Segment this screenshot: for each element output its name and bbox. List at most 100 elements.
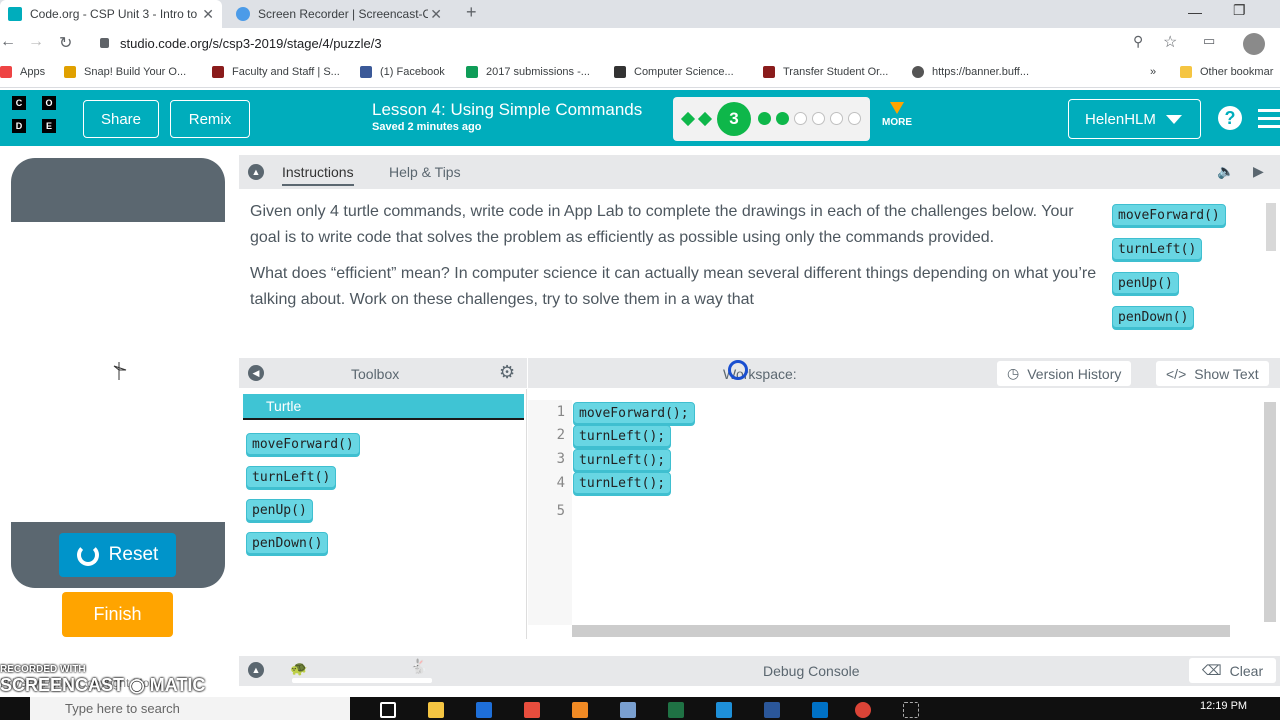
collapse-toolbox-icon[interactable]: ◀ — [248, 365, 264, 381]
puzzle-dot[interactable] — [848, 112, 861, 125]
taskbar-search[interactable]: Type here to search — [30, 697, 350, 720]
reload-icon[interactable]: ↻ — [59, 33, 72, 53]
user-menu-button[interactable]: HelenHLM — [1068, 99, 1201, 139]
puzzle-dot[interactable] — [830, 112, 843, 125]
edge-icon[interactable] — [476, 702, 492, 718]
bookmark-snap[interactable]: Snap! Build Your O... — [64, 66, 186, 78]
turtle-cursor-icon — [113, 362, 127, 380]
hamburger-menu-icon[interactable] — [1258, 109, 1280, 129]
cast-icon[interactable]: ▭ — [1203, 33, 1215, 49]
help-icon[interactable]: ? — [1218, 106, 1242, 130]
restore-icon[interactable]: ❐ — [1233, 2, 1246, 19]
instructions-scrollbar[interactable] — [1266, 203, 1276, 251]
toolbox-block-penup[interactable]: penUp() — [246, 499, 313, 521]
toolbox-block-pendown[interactable]: penDown() — [246, 532, 329, 554]
speaker-icon[interactable]: 🔈 — [1217, 163, 1234, 180]
toolbox-category-turtle[interactable]: Turtle — [243, 394, 524, 420]
zoom-icon[interactable]: ⚲ — [1133, 33, 1143, 50]
collapse-instructions-icon[interactable]: ▲ — [248, 164, 264, 180]
excel-icon[interactable] — [668, 702, 684, 718]
puzzle-dot[interactable] — [794, 112, 807, 125]
mouse-cursor-highlight-icon — [728, 360, 748, 380]
logo-letter: C — [12, 96, 26, 110]
lesson-title: Lesson 4: Using Simple Commands — [372, 100, 643, 119]
puzzle-dot[interactable] — [776, 112, 789, 125]
snip-icon[interactable] — [903, 702, 919, 718]
version-history-button[interactable]: ◷ Version History — [997, 361, 1132, 386]
bookmark-label: Faculty and Staff | S... — [232, 66, 340, 78]
word-icon[interactable] — [764, 702, 780, 718]
collapse-debug-icon[interactable]: ▲ — [248, 662, 264, 678]
back-icon[interactable]: ← — [0, 33, 16, 51]
file-explorer-icon[interactable] — [428, 702, 444, 718]
app-icon[interactable] — [620, 702, 636, 718]
code-block-turnleft[interactable]: turnLeft(); — [573, 425, 672, 447]
finish-button[interactable]: Finish — [62, 592, 173, 637]
logo-blank — [27, 118, 41, 133]
browser-tab-codeorg[interactable]: Code.org - CSP Unit 3 - Intro to P ✕ — [0, 0, 222, 28]
close-tab-icon[interactable]: ✕ — [202, 6, 214, 23]
more-button[interactable]: MORE — [880, 102, 914, 128]
browser-tab-screencast[interactable]: Screen Recorder | Screencast-O-M ✕ — [228, 0, 450, 28]
watermark-line: SCREENCAST — [0, 675, 125, 695]
codeorg-logo[interactable]: C O D E — [12, 96, 56, 140]
task-view-icon[interactable] — [380, 702, 396, 718]
bookmark-banner[interactable]: https://banner.buff... — [912, 66, 1029, 78]
bookmark-star-icon[interactable]: ☆ — [1163, 32, 1177, 52]
screencast-watermark: RECORDED WITH SCREENCAST ◉ MATIC — [0, 664, 206, 695]
tab-instructions[interactable]: Instructions — [282, 164, 354, 186]
toolbox-block-turnleft[interactable]: turnLeft() — [246, 466, 337, 488]
tab-title: Screen Recorder | Screencast-O-M — [258, 7, 428, 21]
bookmark-label: 2017 submissions -... — [486, 66, 590, 78]
bookmark-label: Snap! Build Your O... — [84, 66, 187, 78]
profile-avatar[interactable] — [1243, 33, 1265, 55]
bookmark-transfer[interactable]: Transfer Student Or... — [763, 66, 888, 78]
workspace-horizontal-scrollbar[interactable] — [572, 625, 1230, 637]
debug-console-title: Debug Console — [763, 663, 860, 679]
blender-icon[interactable] — [572, 702, 588, 718]
store-icon[interactable] — [524, 702, 540, 718]
code-block-moveforward[interactable]: moveForward(); — [573, 402, 695, 424]
puzzle-dot[interactable] — [758, 112, 771, 125]
url-field[interactable]: studio.code.org/s/csp3-2019/stage/4/puzz… — [120, 36, 382, 51]
current-puzzle-bubble[interactable]: 3 — [717, 102, 751, 136]
bookmark-facebook[interactable]: (1) Facebook — [360, 66, 445, 78]
minimize-icon[interactable]: — — [1188, 4, 1202, 20]
ie-icon[interactable] — [716, 702, 732, 718]
globe-icon — [912, 66, 924, 78]
bookmark-other[interactable]: Other bookmar — [1180, 66, 1273, 78]
completed-puzzle-2[interactable] — [697, 111, 713, 127]
taskbar-clock[interactable]: 12:19 PM — [1200, 700, 1247, 712]
bookmark-submissions[interactable]: 2017 submissions -... — [466, 66, 590, 78]
code-block-turnleft[interactable]: turnLeft(); — [573, 449, 672, 471]
bookmark-apps[interactable]: Apps — [0, 66, 45, 78]
completed-puzzle-1[interactable] — [680, 111, 696, 127]
clear-console-button[interactable]: ⌫ Clear — [1189, 658, 1276, 683]
new-tab-icon[interactable]: + — [466, 2, 477, 23]
bookmark-faculty[interactable]: Faculty and Staff | S... — [212, 66, 340, 78]
puzzle-dot[interactable] — [812, 112, 825, 125]
gear-icon[interactable]: ⚙ — [499, 362, 515, 383]
forward-icon[interactable]: → — [28, 33, 44, 51]
bookmark-cs[interactable]: Computer Science... — [614, 66, 734, 78]
logo-letter: O — [42, 96, 56, 110]
line-number: 3 — [556, 451, 565, 467]
tab-help-tips[interactable]: Help & Tips — [389, 164, 461, 180]
logo-blank — [27, 96, 41, 110]
show-text-button[interactable]: </> Show Text — [1156, 361, 1269, 386]
play-icon[interactable]: ▶ — [1253, 163, 1264, 180]
outlook-icon[interactable] — [812, 702, 828, 718]
speed-slider[interactable] — [292, 678, 432, 683]
code-block-turnleft[interactable]: turnLeft(); — [573, 472, 672, 494]
reset-button[interactable]: Reset — [59, 533, 176, 577]
remix-button[interactable]: Remix — [170, 100, 250, 138]
close-tab-icon[interactable]: ✕ — [430, 6, 442, 23]
instruction-block-moveforward: moveForward() — [1112, 204, 1226, 226]
workspace-vertical-scrollbar[interactable] — [1264, 402, 1276, 622]
instruction-block-penup: penUp() — [1112, 272, 1179, 294]
chrome-icon[interactable] — [855, 702, 871, 718]
toolbox-block-moveforward[interactable]: moveForward() — [246, 433, 360, 455]
more-label: MORE — [882, 117, 912, 128]
share-button[interactable]: Share — [83, 100, 159, 138]
bookmarks-overflow-icon[interactable]: » — [1150, 66, 1156, 78]
